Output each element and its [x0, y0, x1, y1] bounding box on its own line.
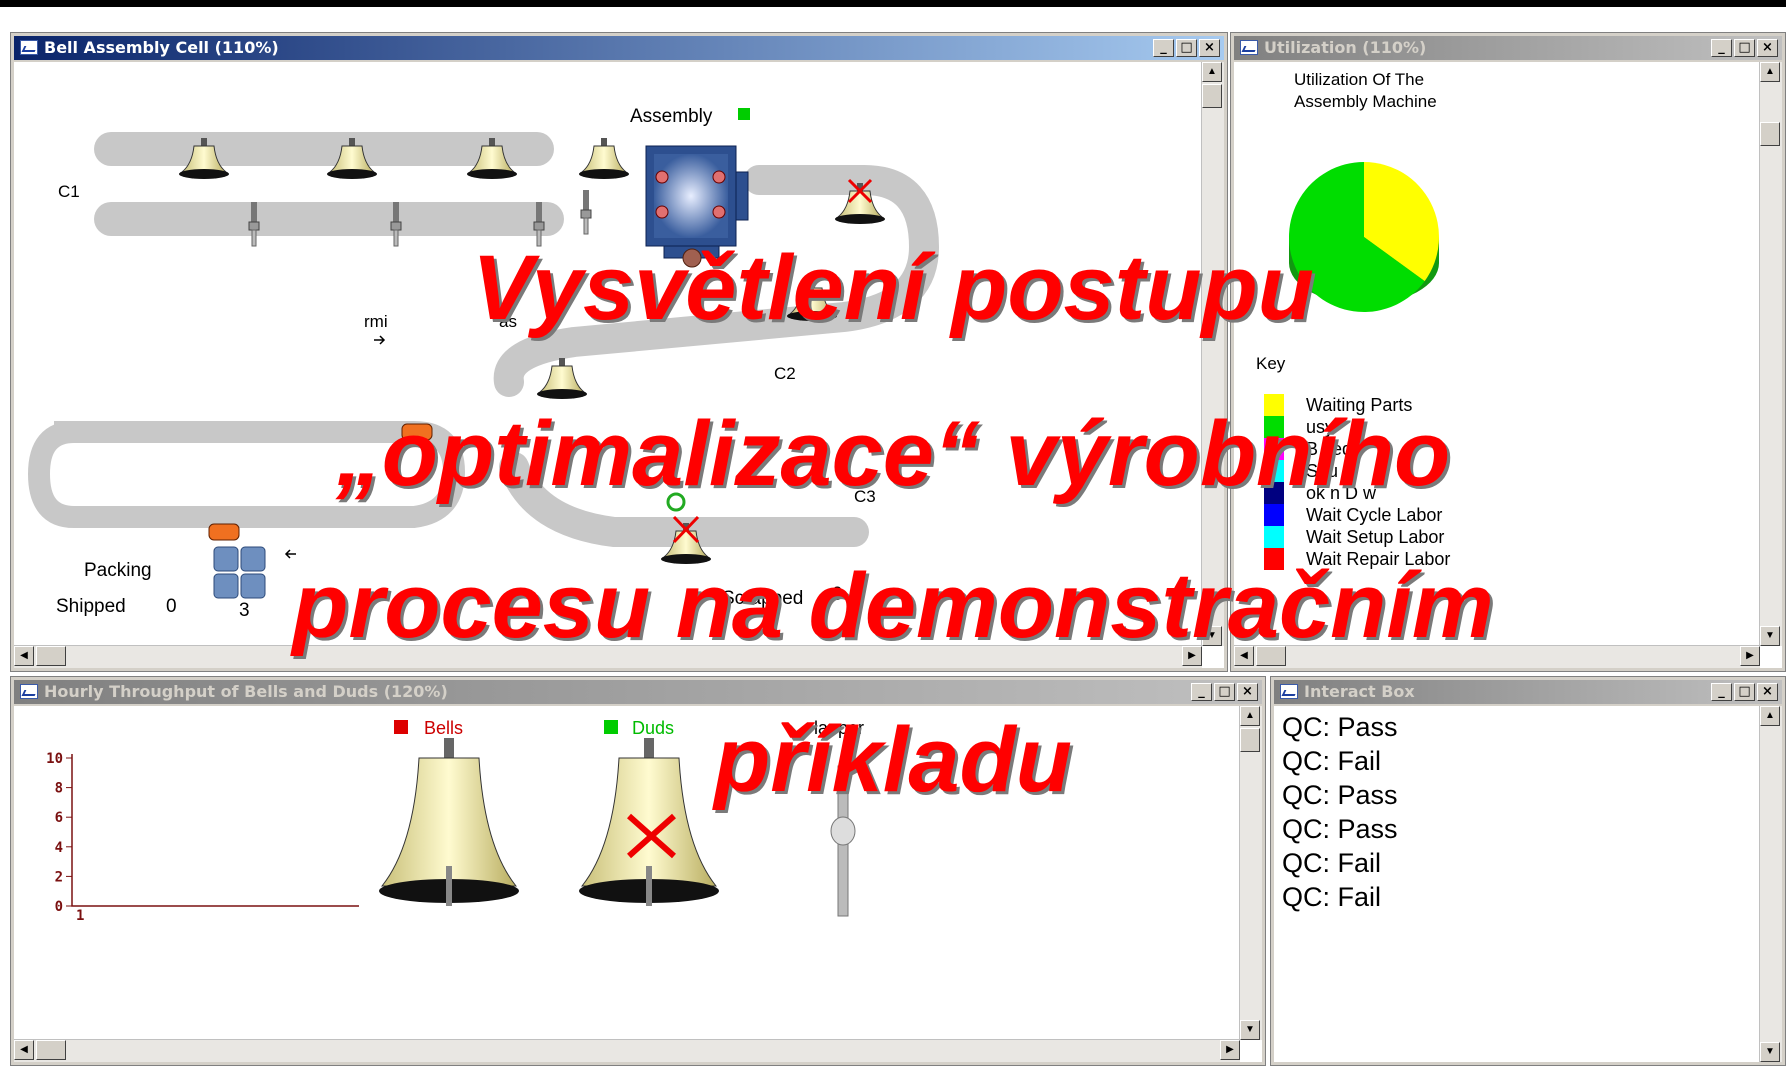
maximize-button[interactable]: □	[1734, 683, 1755, 701]
throughput-titlebar[interactable]: Hourly Throughput of Bells and Duds (120…	[14, 680, 1262, 704]
legend-item: Wait Cycle Labor	[1264, 504, 1442, 526]
maximize-button[interactable]: □	[1734, 39, 1755, 57]
scroll-down-arrow-icon[interactable]: ▼	[1760, 1042, 1780, 1062]
close-button[interactable]: ×	[1237, 683, 1258, 701]
conveyor-c1-lower	[94, 202, 564, 236]
window-title: Interact Box	[1304, 682, 1415, 701]
conveyor-c1-label: C1	[58, 182, 80, 201]
log-line: QC: Pass	[1282, 814, 1398, 844]
y-tick-label: 6	[55, 810, 63, 826]
scroll-thumb[interactable]	[1202, 84, 1222, 108]
assembly-label: Assembly	[630, 106, 713, 127]
overlay-title-line-4: příkladu	[714, 709, 1072, 811]
y-tick-label: 0	[55, 899, 63, 915]
overlay-title-line-1: Vysvětlení postupu	[472, 237, 1314, 339]
scroll-down-arrow-icon[interactable]: ▼	[1240, 1020, 1260, 1040]
close-button[interactable]: ×	[1199, 39, 1220, 57]
window-title: Hourly Throughput of Bells and Duds (120…	[44, 682, 448, 701]
log-line: QC: Fail	[1282, 882, 1382, 912]
minimize-button[interactable]: _	[1153, 39, 1174, 57]
interact-titlebar[interactable]: Interact Box _ □ ×	[1274, 680, 1782, 704]
maximize-button[interactable]: □	[1214, 683, 1235, 701]
scroll-up-arrow-icon[interactable]: ▲	[1202, 62, 1222, 82]
top-border	[0, 0, 1786, 7]
legend-label: Wait Setup Labor	[1306, 526, 1445, 547]
scroll-up-arrow-icon[interactable]: ▲	[1760, 62, 1780, 82]
minimize-button[interactable]: _	[1191, 683, 1212, 701]
log-line: QC: Fail	[1282, 848, 1382, 878]
minimize-button[interactable]: _	[1711, 39, 1732, 57]
scroll-left-arrow-icon[interactable]: ◀	[14, 1040, 34, 1060]
legend-swatch	[1264, 504, 1284, 526]
close-button[interactable]: ×	[1757, 39, 1778, 57]
y-tick-label: 2	[55, 869, 63, 885]
overlay-title-line-3: procesu na demonstračním	[292, 555, 1494, 657]
conveyor-c2-label: C2	[774, 364, 796, 383]
window-icon	[20, 40, 38, 55]
overlay-title-line-2: „optimalizace“ výrobního	[335, 403, 1451, 505]
window-title: Bell Assembly Cell (110%)	[44, 38, 279, 57]
legend-label: Wait Cycle Labor	[1306, 504, 1443, 525]
chart-title-line1: Utilization Of The	[1294, 70, 1425, 89]
x-tick-label: 1	[76, 908, 84, 924]
scroll-right-arrow-icon[interactable]: ▶	[1220, 1040, 1240, 1060]
chart-title-line2: Assembly Machine	[1294, 92, 1437, 111]
minimize-button[interactable]: _	[1711, 683, 1732, 701]
hscroll-thumb[interactable]	[36, 1040, 66, 1060]
maximize-button[interactable]: □	[1176, 39, 1197, 57]
window-title: Utilization (110%)	[1264, 38, 1427, 57]
horizontal-scrollbar[interactable]: ◀ ▶	[14, 1039, 1240, 1062]
legend-swatch	[1264, 526, 1284, 548]
window-icon	[1280, 684, 1298, 699]
utilization-titlebar[interactable]: Utilization (110%) _ □ ×	[1234, 36, 1782, 60]
close-button[interactable]: ×	[1757, 683, 1778, 701]
y-tick-label: 4	[55, 840, 63, 856]
scroll-thumb[interactable]	[1760, 122, 1780, 146]
key-label: Key	[1256, 354, 1286, 373]
vertical-scrollbar[interactable]: ▲ ▼	[1759, 62, 1782, 646]
window-icon	[1240, 40, 1258, 55]
window-icon	[20, 684, 38, 699]
assembly-status-indicator	[738, 108, 750, 120]
bell-assembly-titlebar[interactable]: Bell Assembly Cell (110%) _ □ ×	[14, 36, 1224, 60]
legend-item: Wait Setup Labor	[1264, 526, 1444, 548]
